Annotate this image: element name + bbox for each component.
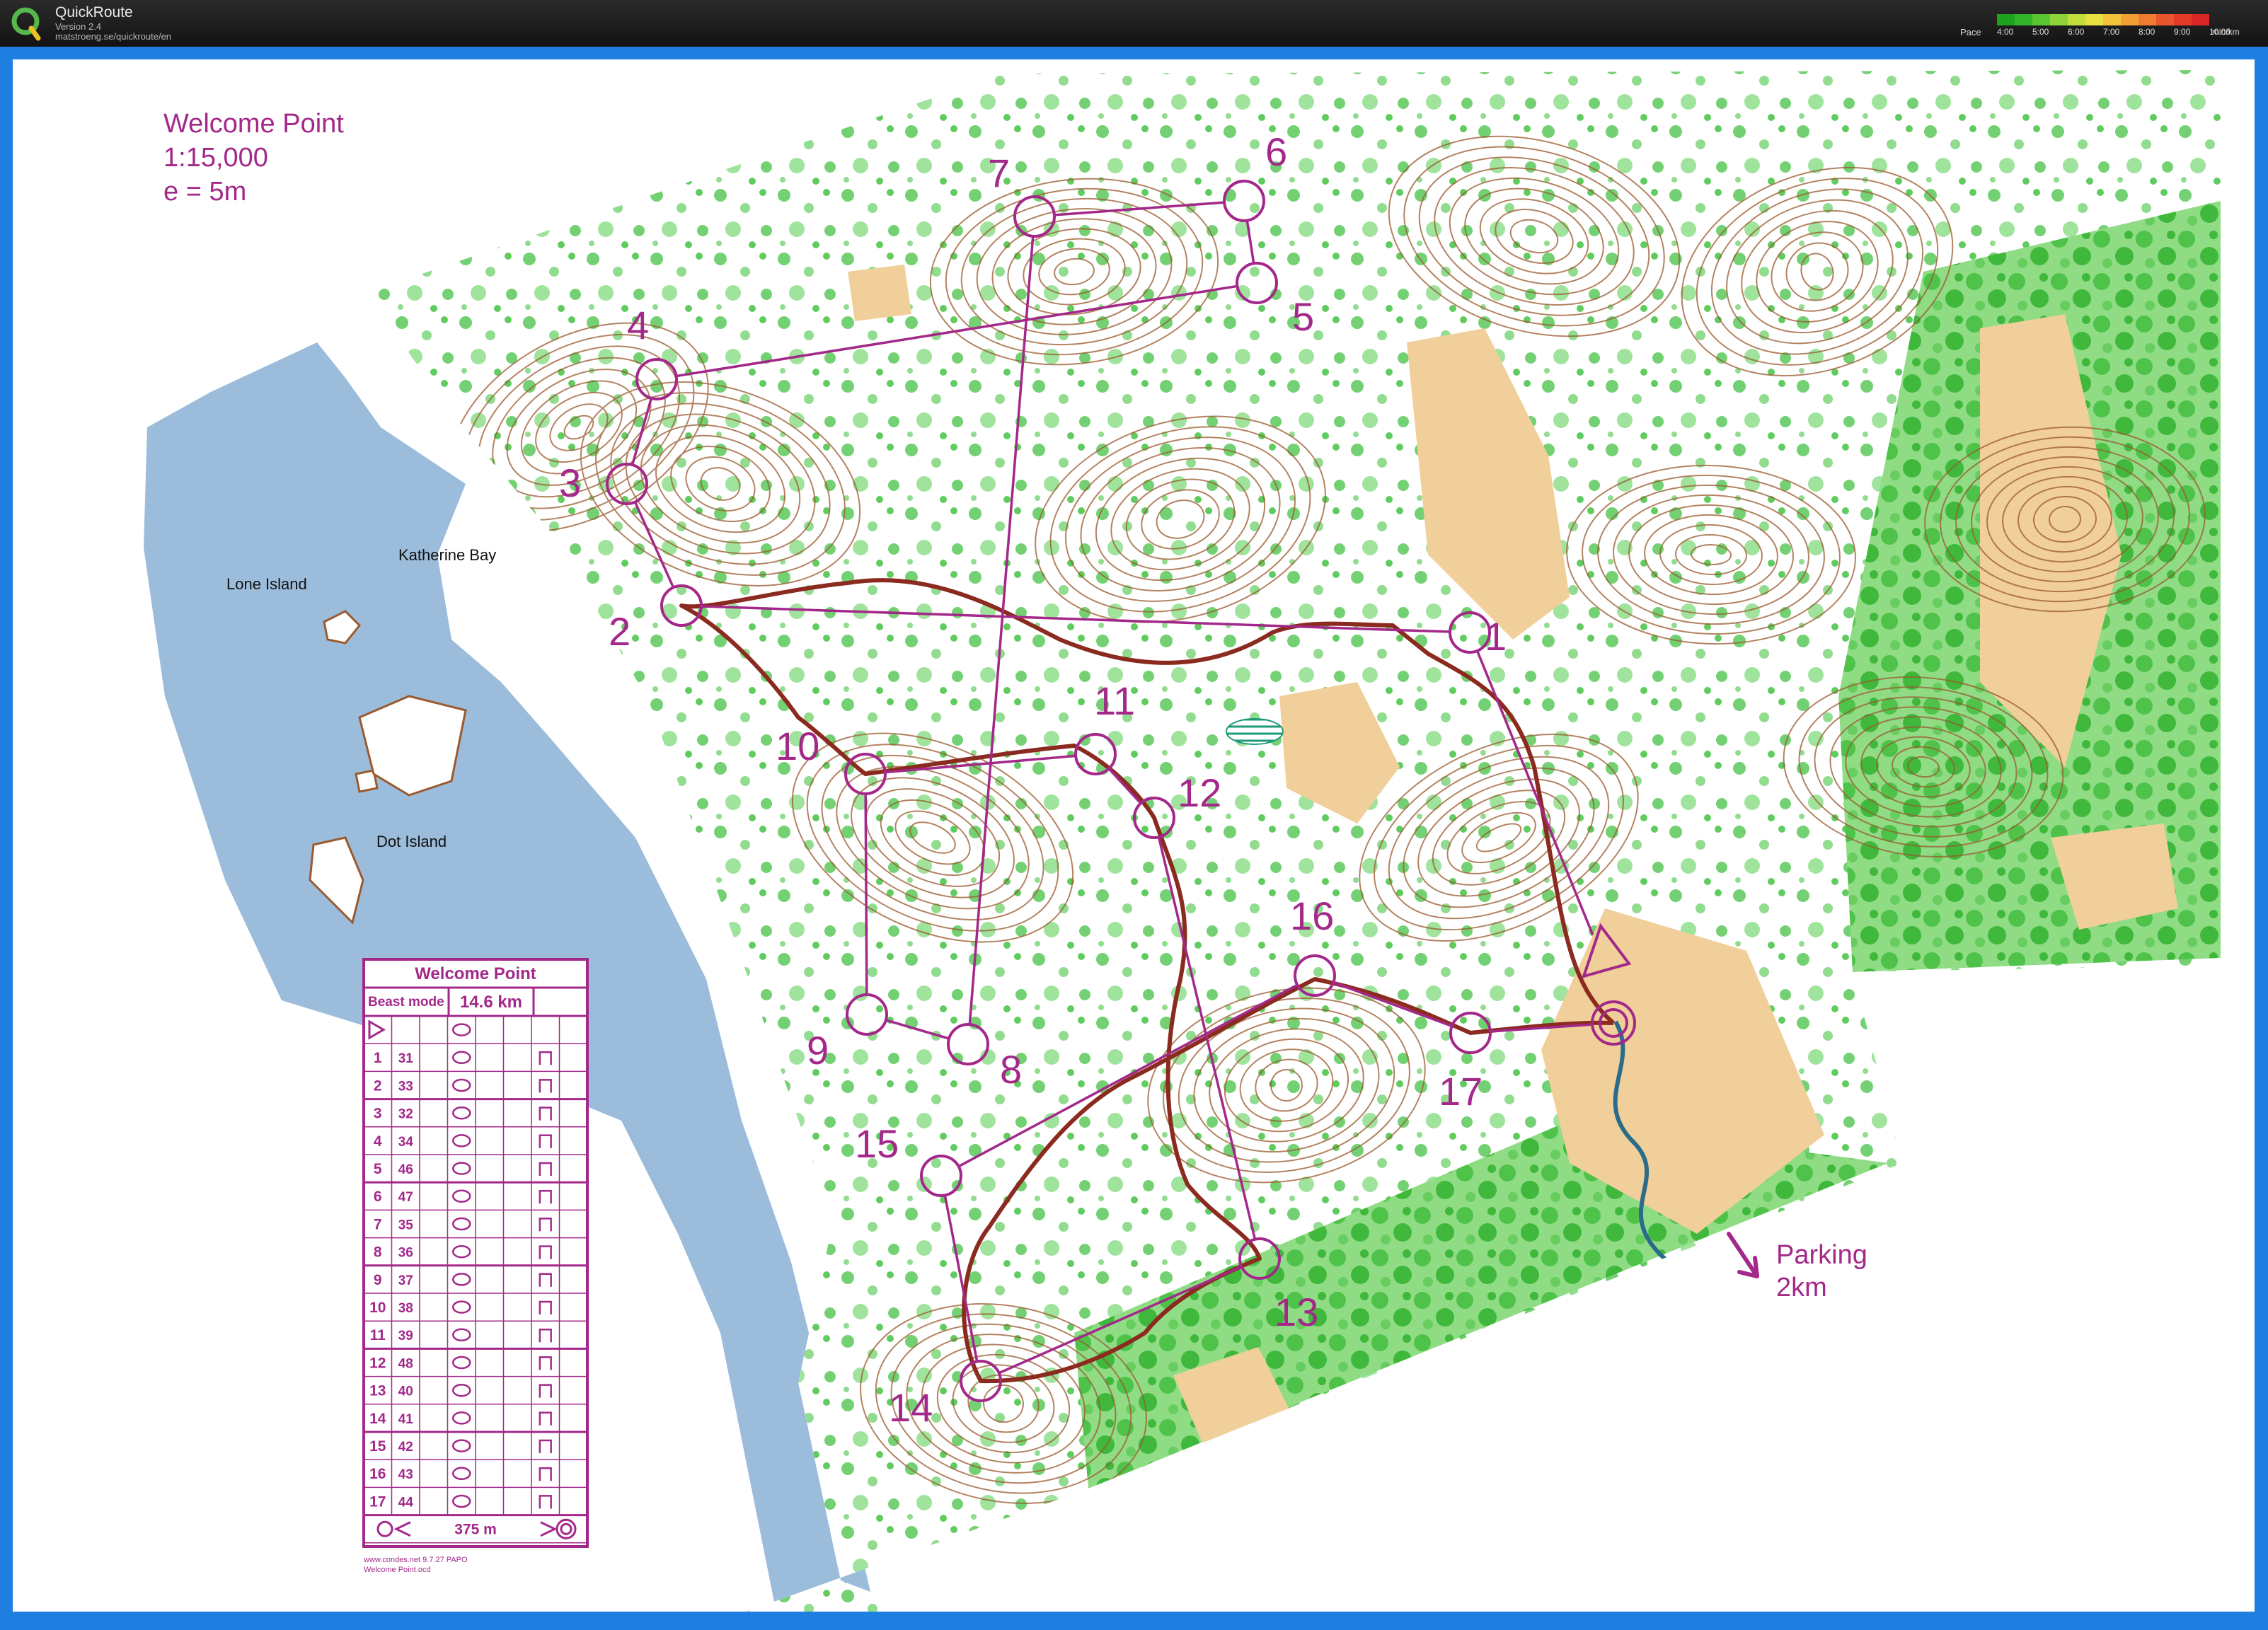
pace-color-segment [2174, 14, 2192, 25]
open-land [848, 265, 911, 321]
control-number-10: 10 [776, 724, 819, 768]
card-control-code: 48 [398, 1356, 413, 1371]
pace-color-segment [2015, 14, 2032, 25]
card-control-number: 2 [374, 1077, 382, 1094]
control-number-8: 8 [1000, 1047, 1022, 1092]
card-control-number: 11 [370, 1327, 386, 1343]
pace-color-segment [2068, 14, 2085, 25]
orienteering-map[interactable]: 1234 567891011121314151617 Welcome Point … [13, 59, 2255, 1612]
place-dot-island: Dot Island [376, 833, 447, 850]
card-control-number: 13 [369, 1383, 386, 1399]
pace-color-bar [1997, 14, 2209, 25]
card-control-number: 14 [369, 1411, 386, 1427]
card-control-code: 46 [398, 1162, 413, 1177]
card-control-number: 5 [374, 1161, 382, 1177]
parking-distance: 2km [1776, 1273, 1827, 1302]
control-number-4: 4 [627, 303, 649, 347]
control-number-15: 15 [855, 1121, 899, 1166]
control-number-1: 1 [1485, 614, 1507, 659]
map-title: Welcome Point [163, 109, 344, 139]
card-control-code: 39 [398, 1329, 413, 1343]
card-control-number: 7 [374, 1216, 382, 1232]
card-control-number: 6 [374, 1189, 382, 1205]
card-control-code: 44 [398, 1495, 414, 1510]
card-control-code: 43 [398, 1467, 413, 1482]
marsh [1226, 718, 1284, 745]
card-control-number: 10 [369, 1300, 386, 1316]
pace-color-segment [2156, 14, 2174, 25]
control-number-16: 16 [1290, 894, 1334, 938]
card-control-number: 3 [374, 1106, 382, 1122]
control-number-13: 13 [1274, 1290, 1318, 1334]
quickroute-logo-icon [11, 7, 41, 41]
card-control-code: 33 [398, 1079, 413, 1094]
card-footer-software: www.condes.net 9.7.27 PAPO [363, 1556, 468, 1564]
card-footer-file: Welcome Point.ocd [364, 1566, 431, 1574]
pace-ticks: 4:00 5:00 6:00 7:00 8:00 9:00 10:00 [1997, 27, 2230, 38]
pace-label: Pace [1960, 27, 1981, 37]
pace-color-segment [2085, 14, 2103, 25]
control-number-6: 6 [1265, 129, 1287, 174]
card-control-code: 34 [398, 1135, 414, 1150]
card-control-number: 16 [369, 1466, 386, 1482]
pace-tick-label: 8:00 [2139, 27, 2155, 37]
pace-tick-label: 7:00 [2103, 27, 2120, 37]
pace-tick-label: 4:00 [1997, 27, 2014, 37]
card-event-title: Welcome Point [415, 964, 536, 983]
control-number-14: 14 [889, 1385, 933, 1430]
pace-tick-label: 9:00 [2174, 27, 2191, 37]
pace-color-segment [2121, 14, 2139, 25]
card-length: 14.6 km [460, 993, 522, 1012]
pace-tick-label: 6:00 [2068, 27, 2085, 37]
card-finish-distance: 375 m [454, 1522, 497, 1538]
place-katherine-bay: Katherine Bay [398, 546, 496, 564]
card-control-number: 4 [374, 1133, 382, 1150]
pace-color-segment [2192, 14, 2209, 25]
card-control-code: 31 [398, 1051, 414, 1066]
card-control-code: 40 [398, 1385, 413, 1399]
pace-legend: Pace 4:00 5:00 6:00 7:00 8:00 9:00 10:00 min/k… [1960, 11, 2257, 40]
title-bar: QuickRoute Version 2.4 matstroeng.se/qui… [0, 0, 2268, 47]
card-control-number: 15 [369, 1438, 386, 1455]
control-number-12: 12 [1178, 770, 1221, 815]
pace-color-segment [1997, 14, 2015, 25]
card-control-number: 1 [374, 1050, 382, 1066]
pace-unit: min/km [2212, 27, 2240, 37]
map-contour-interval: e = 5m [163, 177, 246, 207]
control-number-7: 7 [988, 151, 1010, 195]
pace-color-segment [2032, 14, 2050, 25]
pace-color-segment [2103, 14, 2121, 25]
parking-label: Parking [1776, 1240, 1867, 1270]
course-leg [864, 793, 868, 995]
control-number-2: 2 [609, 609, 631, 654]
card-class: Beast mode [368, 995, 444, 1010]
card-control-code: 32 [398, 1107, 413, 1122]
card-control-number: 8 [374, 1244, 382, 1261]
parking-arrow-icon [1727, 1232, 1759, 1278]
card-control-code: 41 [398, 1412, 414, 1427]
card-control-code: 37 [398, 1273, 413, 1288]
app-name: QuickRoute [55, 4, 133, 21]
control-number-3: 3 [559, 461, 581, 505]
card-control-number: 9 [374, 1272, 382, 1288]
card-control-code: 42 [398, 1440, 413, 1455]
control-number-5: 5 [1292, 294, 1314, 339]
card-control-number: 17 [369, 1493, 386, 1510]
control-description-card: Welcome PointBeast mode 14.6 km1 312 333 324… [362, 958, 589, 1574]
app-version: Version 2.4 [55, 21, 102, 32]
control-number-17: 17 [1439, 1069, 1483, 1114]
card-control-code: 35 [398, 1218, 414, 1232]
control-number-9: 9 [807, 1028, 829, 1073]
card-control-code: 36 [398, 1246, 413, 1261]
map-scale: 1:15,000 [163, 143, 268, 173]
card-control-number: 12 [369, 1355, 386, 1371]
app-url[interactable]: matstroeng.se/quickroute/en [55, 31, 171, 42]
place-lone-island: Lone Island [226, 575, 307, 593]
control-number-11: 11 [1094, 678, 1135, 723]
card-control-code: 47 [398, 1190, 413, 1205]
pace-color-segment [2139, 14, 2156, 25]
pace-tick-label: 5:00 [2032, 27, 2049, 37]
pace-color-segment [2050, 14, 2068, 25]
card-control-code: 38 [398, 1301, 413, 1316]
